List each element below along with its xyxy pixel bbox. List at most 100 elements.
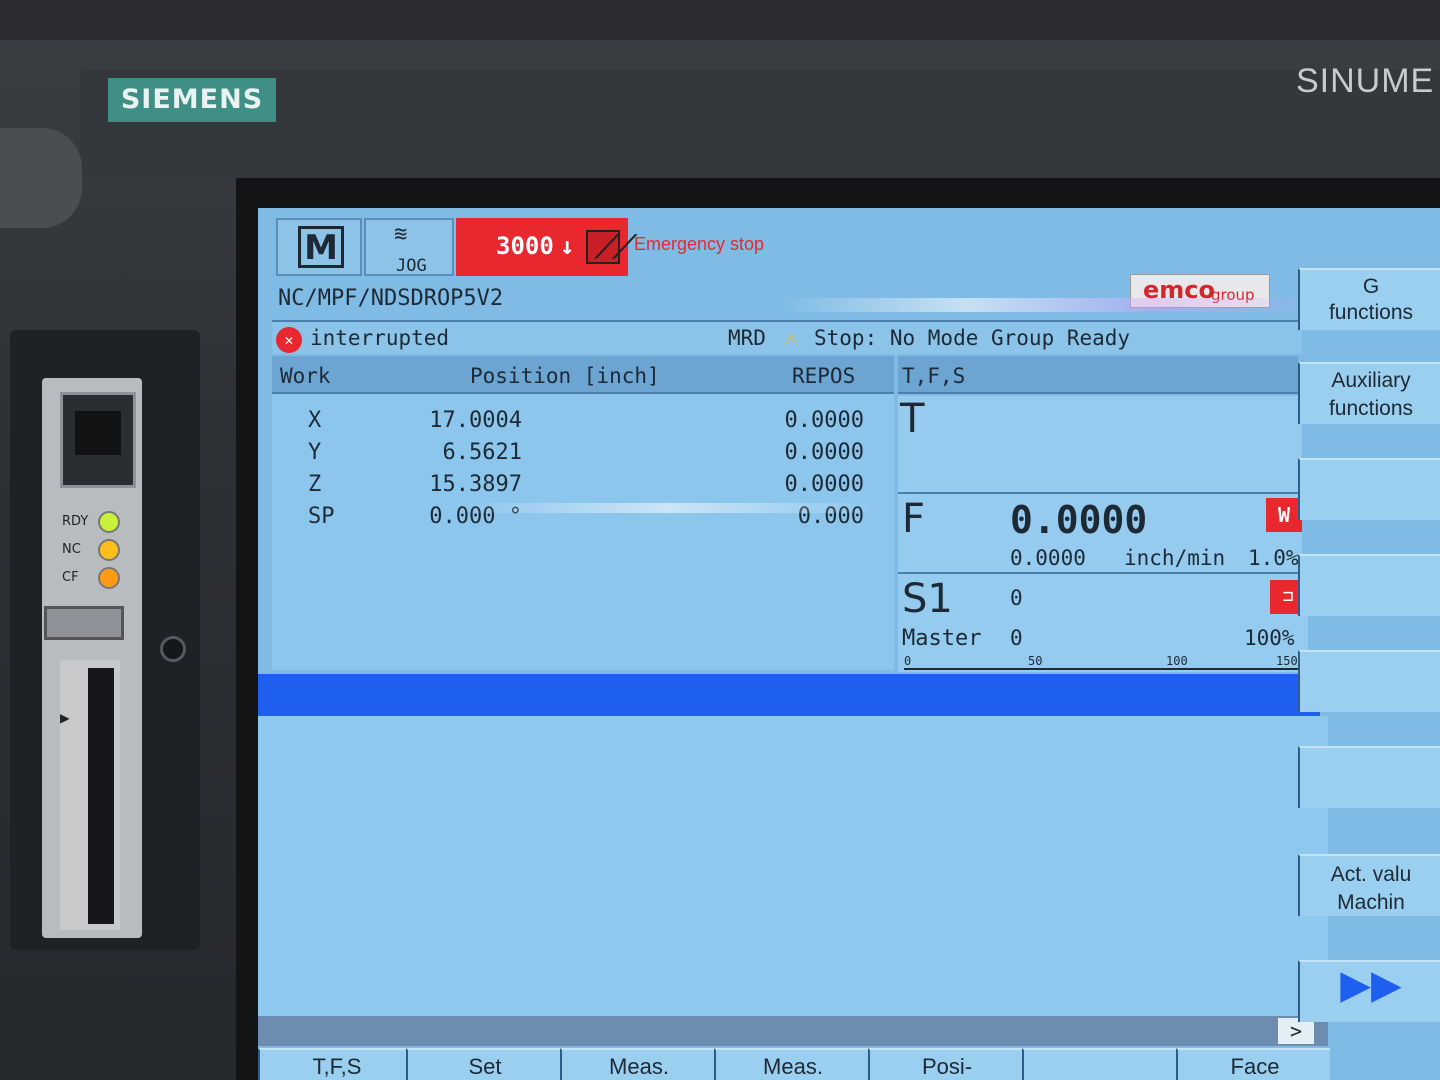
warning-icon: ⚠ xyxy=(784,324,799,352)
led-cf: CF xyxy=(58,566,138,590)
softkey-scroll-bar: > xyxy=(258,1016,1328,1046)
led-cf-indicator xyxy=(98,567,120,589)
hsk-face[interactable]: Face xyxy=(1176,1048,1330,1080)
feed-override: 1.0% xyxy=(1248,546,1299,570)
hmi-screen: M ≋ JOG 3000 ↓ // Emergency stop NC/MPF/… xyxy=(258,208,1440,1080)
tfs-header: T,F,S xyxy=(898,356,1298,394)
softkey-empty-4[interactable] xyxy=(1298,554,1440,616)
softkey-label: G xyxy=(1362,275,1380,298)
mrd-indicator: MRD xyxy=(728,326,766,350)
hsk-meas-tool[interactable]: Meas. xyxy=(714,1048,868,1080)
axis-repos: 0.0000 xyxy=(784,472,864,497)
bezel-handle xyxy=(0,128,82,228)
softkey-empty-6[interactable] xyxy=(1298,746,1440,808)
axis-row-z: Z 15.3897 0.0000 xyxy=(272,470,894,502)
slot-opening xyxy=(88,668,114,924)
program-state: interrupted xyxy=(310,326,450,350)
machine-icon: M xyxy=(298,226,344,268)
hsk-set[interactable]: Set xyxy=(406,1048,560,1080)
alarm-text: Emergency stop xyxy=(634,234,765,254)
spindle-label: S1 xyxy=(902,576,953,622)
spindle-value: 0 xyxy=(1010,586,1023,610)
axis-row-y: Y 6.5621 0.0000 xyxy=(272,438,894,470)
machine-area-button[interactable]: M xyxy=(276,218,362,276)
jog-wave-icon: ≋ xyxy=(394,222,408,247)
led-label: CF xyxy=(62,570,79,585)
led-nc: NC xyxy=(58,538,138,562)
bezel-top-strip xyxy=(80,70,1440,180)
program-status-bar: ✕ interrupted MRD ⚠ Stop: No Mode Group … xyxy=(272,320,1302,354)
feed-panel: F 0.0000 W 0.0000 inch/min 1.0% xyxy=(898,492,1302,572)
hsk-tfs[interactable]: T,F,S xyxy=(258,1048,412,1080)
sinumerik-logo: SINUME xyxy=(1296,62,1435,100)
alarm-ack-icon[interactable]: // xyxy=(586,229,642,264)
screw-icon xyxy=(160,636,186,662)
softkey-g-functions[interactable]: G functions xyxy=(1298,268,1440,330)
hsk-meas-workpiece[interactable]: Meas. xyxy=(560,1048,714,1080)
axis-name: SP xyxy=(308,504,335,529)
softkey-auxiliary-functions[interactable]: Auxiliary functions xyxy=(1298,362,1440,424)
usb-port[interactable] xyxy=(44,606,124,640)
program-display-area xyxy=(258,716,1328,1016)
softkey-label: T,F,S xyxy=(312,1054,362,1079)
softkey-label: functions xyxy=(1328,397,1414,420)
feed-label: F xyxy=(902,496,926,542)
alarm-number: 3000 xyxy=(496,232,554,260)
repos-header: REPOS xyxy=(792,364,856,388)
axis-position: 17.0004 xyxy=(429,408,522,433)
softkey-empty-3[interactable] xyxy=(1298,458,1440,520)
position-header: Position [inch] xyxy=(470,364,660,388)
led-rdy: RDY xyxy=(58,510,138,534)
feed-override-icon: W xyxy=(1266,498,1302,532)
spindle-panel: S1 0 ⊐ Master 0 100% 0 50 100 150 xyxy=(898,572,1308,672)
scale-tick: 150 xyxy=(1276,654,1298,668)
led-nc-indicator xyxy=(98,539,120,561)
axis-position: 15.3897 xyxy=(429,472,522,497)
stop-icon: ✕ xyxy=(276,327,302,353)
axes-table: X 17.0004 0.0000 Y 6.5621 0.0000 Z 15.38… xyxy=(272,394,894,670)
feed-actual: 0.0000 xyxy=(1010,546,1086,570)
axis-repos: 0.0000 xyxy=(784,440,864,465)
axes-header: Work Position [inch] REPOS xyxy=(272,356,894,394)
fast-forward-icon: ▶▶ xyxy=(1340,963,1402,1007)
softkey-next-page[interactable]: ▶▶ xyxy=(1298,960,1440,1022)
master-value: 0 xyxy=(1010,626,1023,650)
tool-panel: T xyxy=(898,396,1302,492)
feed-value: 0.0000 xyxy=(1010,498,1148,542)
jog-label: JOG xyxy=(396,256,427,276)
siemens-logo: SIEMENS xyxy=(108,78,276,122)
tool-label: T xyxy=(900,396,925,442)
alarm-indicator[interactable]: 3000 ↓ // xyxy=(456,218,642,276)
jog-mode-indicator[interactable]: ≋ JOG xyxy=(364,218,454,276)
softkey-label: Machin xyxy=(1337,891,1405,914)
channel-message: Stop: No Mode Group Ready xyxy=(814,326,1131,350)
tfs-title: T,F,S xyxy=(902,364,966,388)
softkey-label: functions xyxy=(1328,301,1414,324)
softkey-label: Act. valu xyxy=(1330,863,1412,886)
softkey-label: Auxiliary xyxy=(1331,369,1411,392)
led-label: RDY xyxy=(62,514,89,529)
axis-name: X xyxy=(308,408,322,433)
softkey-act-values-machine[interactable]: Act. valu Machin xyxy=(1298,854,1440,916)
softkey-label: Meas. xyxy=(609,1054,669,1079)
axis-row-x: X 17.0004 0.0000 xyxy=(272,406,894,438)
cf-card-slot[interactable]: ▶ xyxy=(60,660,120,930)
axis-name: Z xyxy=(308,472,322,497)
led-label: NC xyxy=(62,542,81,557)
work-header: Work xyxy=(280,364,331,388)
spindle-load-scale: 0 50 100 150 xyxy=(904,654,1300,670)
ethernet-port[interactable] xyxy=(60,392,136,488)
spindle-override: 100% xyxy=(1244,626,1295,650)
hsk-empty[interactable] xyxy=(1022,1048,1176,1080)
hsk-positioning[interactable]: Posi- xyxy=(868,1048,1022,1080)
axis-name: Y xyxy=(308,440,322,465)
led-rdy-indicator xyxy=(98,511,120,533)
scale-tick: 100 xyxy=(1166,654,1188,668)
softkey-label: Face xyxy=(1230,1054,1280,1079)
softkey-empty-5[interactable] xyxy=(1298,650,1440,712)
scale-tick: 0 xyxy=(904,654,912,668)
softkey-label: Posi- xyxy=(921,1054,973,1079)
screen-glare xyxy=(458,503,878,513)
arrow-down-icon: ↓ xyxy=(560,232,575,260)
softkey-label: Set xyxy=(468,1054,502,1079)
